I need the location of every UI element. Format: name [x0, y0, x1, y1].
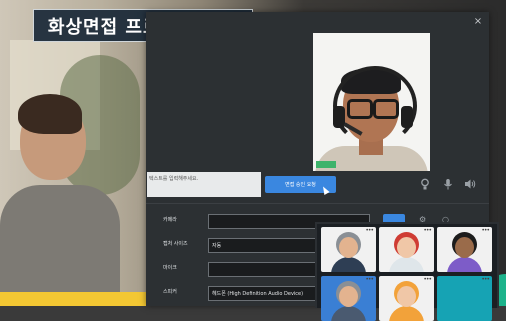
glasses-left: [347, 99, 373, 119]
more-options-icon[interactable]: •••: [423, 228, 432, 234]
speaker-icon[interactable]: [464, 178, 476, 194]
avatar-face: [397, 237, 416, 258]
avatar-body: [331, 306, 366, 321]
avatar-body: [389, 306, 424, 321]
speaker-select-value: 헤드폰 (High Definition Audio Device): [212, 291, 304, 297]
avatar-face: [455, 237, 474, 258]
avatar-body: [331, 257, 366, 272]
participant-man-suit[interactable]: •••: [321, 227, 376, 272]
participant-man-purple[interactable]: •••: [437, 227, 492, 272]
message-input[interactable]: 텍스트를 입력해주세요.: [147, 172, 261, 197]
avatar-face: [339, 237, 358, 258]
background-person-body: [0, 185, 120, 306]
video-status-badge: [316, 161, 336, 168]
self-video-preview: [313, 33, 430, 171]
more-options-icon[interactable]: •••: [481, 228, 490, 234]
avatar-face: [397, 286, 416, 307]
more-options-icon[interactable]: •••: [365, 228, 374, 234]
more-options-icon[interactable]: •••: [365, 277, 374, 283]
camera-setting-label: 카메라: [163, 217, 177, 223]
participant-woman-red-hair[interactable]: •••: [379, 227, 434, 272]
glasses-right: [373, 99, 399, 119]
close-icon[interactable]: ×: [472, 16, 484, 28]
more-options-icon[interactable]: •••: [423, 277, 432, 283]
section-divider: [146, 203, 489, 204]
avatar-face: [339, 286, 358, 307]
headset-ear-right: [401, 106, 413, 128]
avatar-body: [389, 257, 424, 272]
mic-setting-label: 마이크: [163, 265, 177, 271]
resolution-setting-label: 캡처 사이즈: [163, 241, 188, 247]
participant-empty[interactable]: •••: [437, 276, 492, 321]
camera-icon[interactable]: [419, 178, 431, 194]
participant-woman-orange[interactable]: •••: [379, 276, 434, 321]
background-person-hair: [18, 94, 82, 134]
participant-grid: ••• ••• ••• ••• ••• •••: [315, 222, 499, 321]
participant-man-glasses[interactable]: •••: [321, 276, 376, 321]
request-approval-label: 면접 승인 요청: [285, 182, 316, 188]
more-options-icon[interactable]: •••: [481, 277, 490, 283]
microphone-icon[interactable]: [442, 178, 454, 194]
avatar-body: [447, 257, 482, 272]
speaker-setting-label: 스피커: [163, 289, 177, 295]
message-placeholder: 텍스트를 입력해주세요.: [149, 176, 199, 182]
resolution-select-value: 자동: [212, 243, 222, 249]
